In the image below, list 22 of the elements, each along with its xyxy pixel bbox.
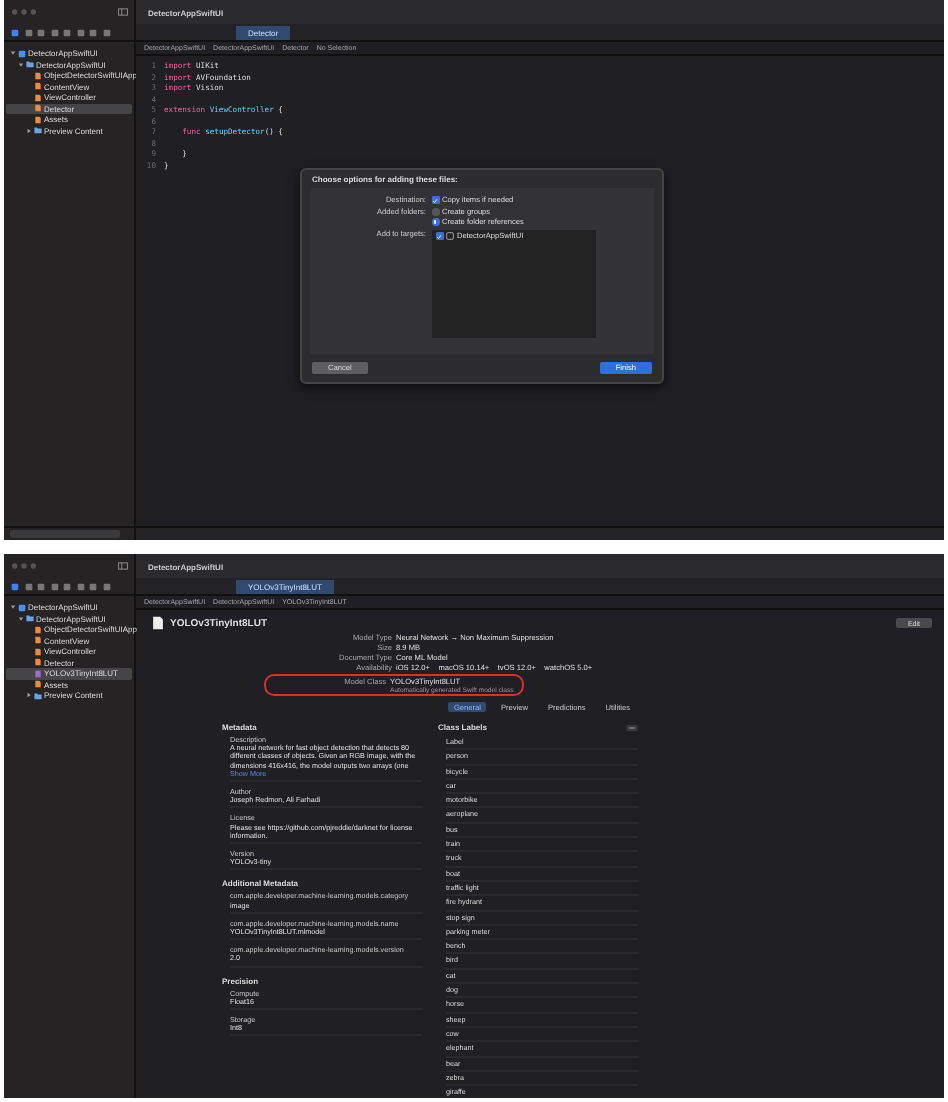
checkbox[interactable] <box>432 196 439 204</box>
folder-icon <box>34 691 42 700</box>
sidebar-toggle-icon[interactable] <box>118 8 128 16</box>
disclosure-triangle-icon[interactable] <box>26 127 32 134</box>
checkbox[interactable] <box>436 232 443 240</box>
list-icon[interactable] <box>626 723 638 731</box>
project-icon <box>18 603 26 612</box>
radio-button[interactable] <box>432 218 439 226</box>
folder-icon <box>34 126 42 135</box>
window-controls-icon[interactable] <box>10 8 38 16</box>
project-icon <box>18 49 26 58</box>
disclosure-triangle-icon[interactable] <box>26 692 32 699</box>
folder-icon <box>26 60 34 69</box>
filter-field[interactable] <box>10 530 120 538</box>
window-controls-icon[interactable] <box>10 562 38 570</box>
app-target-icon <box>446 232 454 240</box>
file-icon <box>34 680 42 689</box>
radio-button[interactable] <box>432 208 439 216</box>
folder-icon <box>26 614 34 623</box>
document-icon <box>152 616 164 630</box>
sidebar-toggle-icon[interactable] <box>118 562 128 570</box>
model-file-icon <box>34 669 42 678</box>
